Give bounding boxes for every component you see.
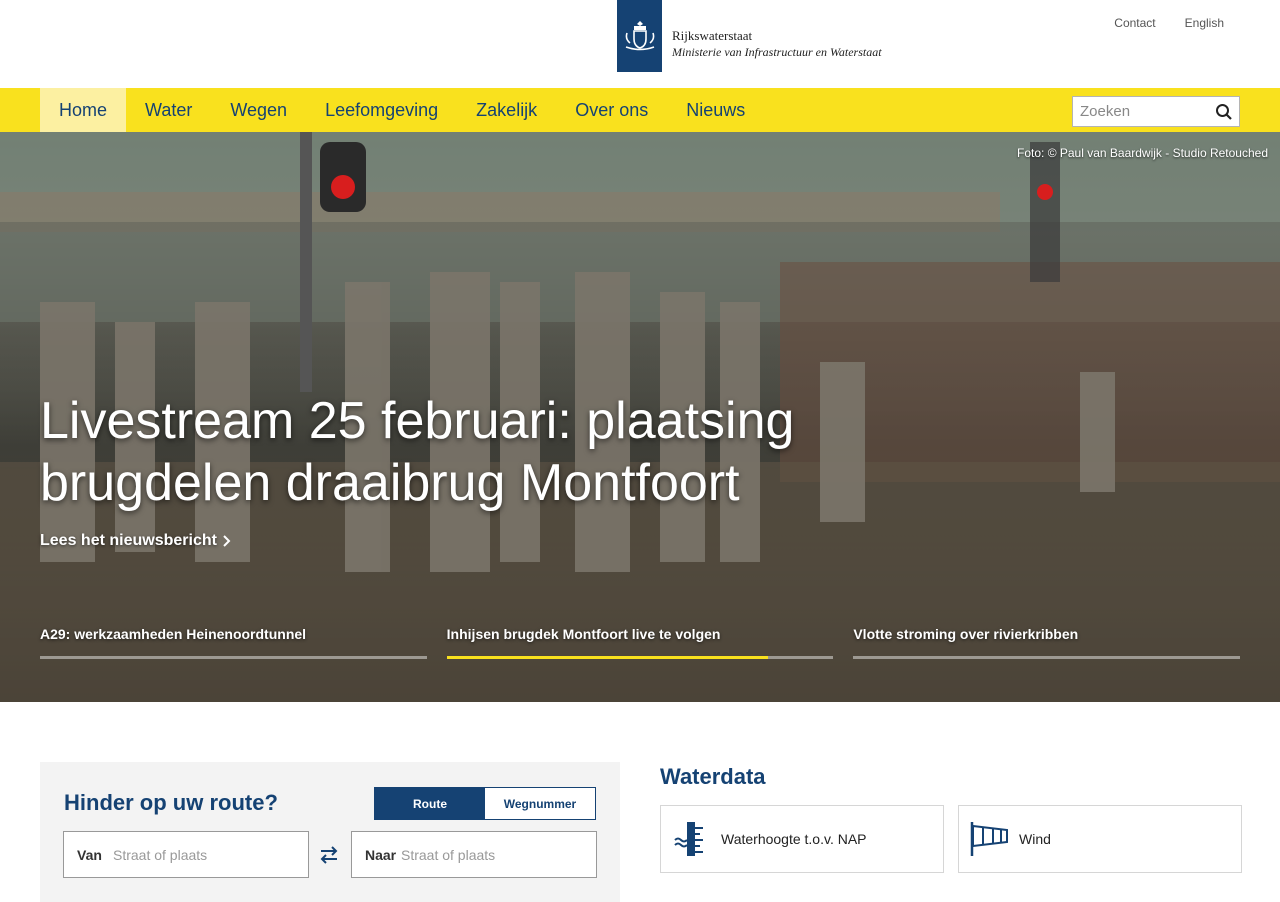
logo[interactable]: Rijkswaterstaat Ministerie van Infrastru… bbox=[617, 0, 882, 72]
route-mode-toggle: Route Wegnummer bbox=[374, 787, 596, 820]
carousel-progress bbox=[446, 656, 768, 659]
route-title: Hinder op uw route? bbox=[64, 790, 278, 815]
waterdata-card-label: Wind bbox=[1019, 831, 1051, 847]
main-nav: Home Water Wegen Leefomgeving Zakelijk O… bbox=[0, 88, 1280, 132]
utility-links: Contact English bbox=[1114, 16, 1224, 30]
road-number-toggle-button[interactable]: Wegnummer bbox=[485, 788, 595, 819]
read-news-link[interactable]: Lees het nieuwsbericht bbox=[40, 532, 231, 550]
nav-item-water[interactable]: Water bbox=[126, 88, 211, 132]
route-toggle-button[interactable]: Route bbox=[375, 788, 485, 819]
waterdata-title: Waterdata bbox=[660, 764, 766, 789]
nav-item-wegen[interactable]: Wegen bbox=[211, 88, 306, 132]
from-input[interactable] bbox=[113, 846, 283, 863]
windsock-icon bbox=[969, 819, 1009, 859]
nav-item-zakelijk[interactable]: Zakelijk bbox=[457, 88, 556, 132]
waterdata-card-wind[interactable]: Wind bbox=[958, 805, 1242, 873]
to-label: Naar bbox=[365, 846, 397, 863]
logo-emblem bbox=[617, 0, 662, 72]
search-input[interactable] bbox=[1073, 97, 1209, 126]
hero-banner: Foto: © Paul van Baardwijk - Studio Reto… bbox=[0, 132, 1280, 702]
contact-link[interactable]: Contact bbox=[1114, 16, 1155, 30]
coat-of-arms-icon bbox=[625, 21, 654, 51]
read-news-label: Lees het nieuwsbericht bbox=[40, 532, 217, 549]
from-label: Van bbox=[77, 846, 102, 863]
carousel-progress-track bbox=[446, 656, 834, 659]
brand-name: Rijkswaterstaat bbox=[672, 28, 753, 43]
carousel-tab[interactable]: A29: werkzaamheden Heinenoordtunnel bbox=[40, 626, 427, 659]
nav-item-home[interactable]: Home bbox=[40, 88, 127, 132]
site-header: Rijkswaterstaat Ministerie van Infrastru… bbox=[0, 0, 1280, 88]
search-box bbox=[1072, 96, 1240, 127]
nav-item-over-ons[interactable]: Over ons bbox=[556, 88, 667, 132]
chevron-right-icon bbox=[223, 535, 231, 547]
carousel-tab[interactable]: Inhijsen brugdek Montfoort live te volge… bbox=[446, 626, 834, 659]
route-widget: Hinder op uw route? Route Wegnummer Van … bbox=[40, 762, 620, 902]
carousel-tab-label: Vlotte stroming over rivierkribben bbox=[853, 626, 1079, 642]
carousel-tab-label: A29: werkzaamheden Heinenoordtunnel bbox=[40, 626, 307, 642]
english-link[interactable]: English bbox=[1185, 16, 1224, 30]
water-level-icon bbox=[671, 819, 711, 859]
waterdata-card-label: Waterhoogte t.o.v. NAP bbox=[721, 831, 867, 847]
to-input[interactable] bbox=[401, 846, 571, 863]
carousel-tab-label: Inhijsen brugdek Montfoort live te volge… bbox=[446, 626, 721, 642]
nav-item-nieuws[interactable]: Nieuws bbox=[667, 88, 764, 132]
carousel-tabs: A29: werkzaamheden Heinenoordtunnel Inhi… bbox=[40, 626, 1241, 659]
search-icon[interactable] bbox=[1215, 103, 1233, 121]
carousel-progress-track bbox=[853, 656, 1241, 659]
carousel-tab[interactable]: Vlotte stroming over rivierkribben bbox=[853, 626, 1241, 659]
carousel-progress-track bbox=[40, 656, 427, 659]
swap-icon[interactable] bbox=[318, 844, 340, 866]
waterdata-card-water-level[interactable]: Waterhoogte t.o.v. NAP bbox=[660, 805, 944, 873]
ministry-name: Ministerie van Infrastructuur en Waterst… bbox=[672, 45, 882, 59]
nav-item-leefomgeving[interactable]: Leefomgeving bbox=[306, 88, 457, 132]
from-field: Van bbox=[63, 831, 309, 878]
hero-title: Livestream 25 februari: plaatsing brugde… bbox=[40, 392, 795, 512]
photo-credit: Foto: © Paul van Baardwijk - Studio Reto… bbox=[1017, 146, 1268, 160]
to-field: Naar bbox=[351, 831, 597, 878]
